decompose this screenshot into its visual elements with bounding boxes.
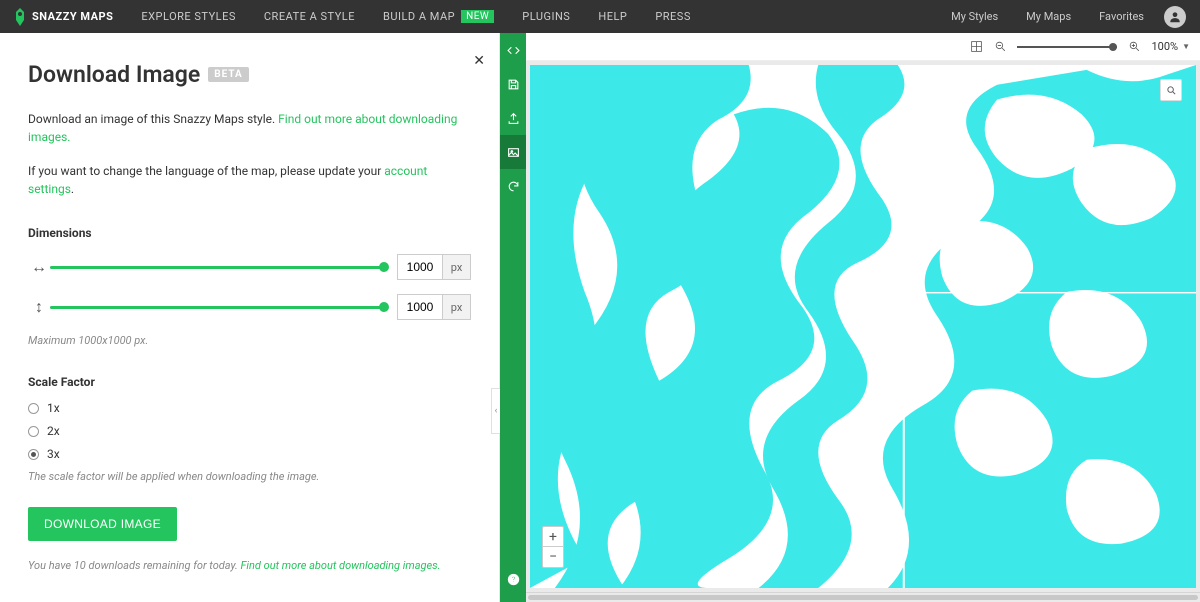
app-header: SNAZZY MAPS EXPLORE STYLES CREATE A STYL… bbox=[0, 0, 1200, 33]
zoom-out-icon[interactable] bbox=[993, 40, 1007, 54]
tool-column: ‹ ? bbox=[500, 33, 526, 602]
export-icon bbox=[507, 112, 520, 125]
download-button[interactable]: DOWNLOAD IMAGE bbox=[28, 507, 177, 541]
help-icon: ? bbox=[507, 573, 520, 586]
map-area: 100% ▼ bbox=[526, 33, 1200, 602]
width-unit: px bbox=[443, 254, 471, 280]
nav-build[interactable]: BUILD A MAP NEW bbox=[369, 0, 508, 33]
title-text: Download Image bbox=[28, 61, 200, 88]
radio-icon bbox=[28, 426, 39, 437]
brand[interactable]: SNAZZY MAPS bbox=[0, 0, 127, 33]
zoom-percent-value: 100% bbox=[1151, 40, 1178, 53]
scale-label: Scale Factor bbox=[28, 375, 471, 389]
search-icon bbox=[1166, 85, 1177, 96]
remaining-text: You have 10 downloads remaining for toda… bbox=[28, 559, 241, 572]
code-icon bbox=[507, 44, 520, 57]
user-icon bbox=[1168, 10, 1182, 24]
main: ✕ Download Image BETA Download an image … bbox=[0, 33, 1200, 602]
height-icon: ↕ bbox=[28, 297, 50, 317]
desc-2: If you want to change the language of th… bbox=[28, 162, 471, 198]
tool-help[interactable]: ? bbox=[500, 562, 526, 596]
remaining-link[interactable]: Find out more about downloading images. bbox=[241, 559, 441, 572]
map-search-button[interactable] bbox=[1160, 79, 1182, 101]
beta-badge: BETA bbox=[208, 67, 249, 82]
map-water-shapes bbox=[530, 65, 1196, 588]
height-row: ↕ px bbox=[28, 294, 471, 320]
desc-1-text: Download an image of this Snazzy Maps st… bbox=[28, 112, 278, 126]
scale-2x[interactable]: 2x bbox=[28, 424, 471, 438]
desc-1: Download an image of this Snazzy Maps st… bbox=[28, 110, 471, 146]
page-title: Download Image BETA bbox=[28, 61, 471, 88]
tool-image[interactable] bbox=[500, 135, 526, 169]
dimensions-note: Maximum 1000x1000 px. bbox=[28, 334, 471, 347]
scale-3x-label: 3x bbox=[47, 447, 60, 461]
scale-2x-label: 2x bbox=[47, 424, 60, 438]
height-unit: px bbox=[443, 294, 471, 320]
width-input[interactable] bbox=[397, 254, 443, 280]
zoom-in-icon[interactable] bbox=[1127, 40, 1141, 54]
scale-3x[interactable]: 3x bbox=[28, 447, 471, 461]
svg-text:?: ? bbox=[511, 575, 515, 584]
width-slider[interactable] bbox=[50, 260, 385, 274]
radio-icon bbox=[28, 403, 39, 414]
scale-1x[interactable]: 1x bbox=[28, 401, 471, 415]
map-toolbar: 100% ▼ bbox=[526, 33, 1200, 61]
nav-my-styles[interactable]: My Styles bbox=[937, 10, 1012, 23]
scale-1x-label: 1x bbox=[47, 401, 60, 415]
map-zoom-out[interactable]: − bbox=[543, 547, 563, 567]
scale-options: 1x 2x 3x bbox=[28, 401, 471, 461]
nav-plugins[interactable]: PLUGINS bbox=[508, 0, 584, 33]
brand-text: SNAZZY MAPS bbox=[32, 10, 113, 23]
desc-2-text-a: If you want to change the language of th… bbox=[28, 164, 384, 178]
caret-down-icon: ▼ bbox=[1182, 42, 1190, 51]
radio-icon bbox=[28, 449, 39, 460]
save-icon bbox=[507, 78, 520, 91]
close-icon[interactable]: ✕ bbox=[473, 53, 485, 69]
grid-icon[interactable] bbox=[969, 40, 983, 54]
height-slider[interactable] bbox=[50, 300, 385, 314]
map-canvas[interactable]: + − bbox=[526, 61, 1200, 592]
map-inner: + − bbox=[530, 65, 1196, 588]
user-avatar[interactable] bbox=[1164, 6, 1186, 28]
nav-help[interactable]: HELP bbox=[584, 0, 641, 33]
width-icon: ↔ bbox=[28, 257, 50, 277]
tool-save[interactable] bbox=[500, 67, 526, 101]
map-horizontal-scrollbar[interactable] bbox=[526, 592, 1200, 602]
map-zoom-in[interactable]: + bbox=[543, 527, 563, 547]
scale-note: The scale factor will be applied when do… bbox=[28, 470, 471, 483]
image-icon bbox=[507, 146, 520, 159]
zoom-percent[interactable]: 100% ▼ bbox=[1151, 40, 1190, 53]
map-zoom-controls: + − bbox=[542, 526, 564, 568]
tool-refresh[interactable] bbox=[500, 169, 526, 203]
nav-right: My Styles My Maps Favorites bbox=[937, 0, 1200, 33]
download-panel: ✕ Download Image BETA Download an image … bbox=[0, 33, 500, 602]
nav-my-maps[interactable]: My Maps bbox=[1012, 10, 1085, 23]
nav-build-label: BUILD A MAP bbox=[383, 10, 455, 23]
nav-left: EXPLORE STYLES CREATE A STYLE BUILD A MA… bbox=[127, 0, 704, 33]
width-row: ↔ px bbox=[28, 254, 471, 280]
nav-create[interactable]: CREATE A STYLE bbox=[250, 0, 369, 33]
remaining-note: You have 10 downloads remaining for toda… bbox=[28, 559, 471, 572]
nav-favorites[interactable]: Favorites bbox=[1085, 10, 1158, 23]
nav-explore[interactable]: EXPLORE STYLES bbox=[127, 0, 249, 33]
refresh-icon bbox=[507, 180, 520, 193]
height-input[interactable] bbox=[397, 294, 443, 320]
zoom-slider[interactable] bbox=[1017, 46, 1117, 48]
tool-export[interactable] bbox=[500, 101, 526, 135]
tool-code[interactable] bbox=[500, 33, 526, 67]
collapse-panel-tab[interactable]: ‹ bbox=[491, 388, 500, 434]
dimensions-label: Dimensions bbox=[28, 226, 471, 240]
new-badge: NEW bbox=[461, 10, 494, 23]
desc-2-text-b: . bbox=[71, 182, 74, 196]
dimensions-controls: ↔ px ↕ px bbox=[28, 254, 471, 320]
logo-icon bbox=[14, 8, 26, 26]
nav-press[interactable]: PRESS bbox=[641, 0, 705, 33]
